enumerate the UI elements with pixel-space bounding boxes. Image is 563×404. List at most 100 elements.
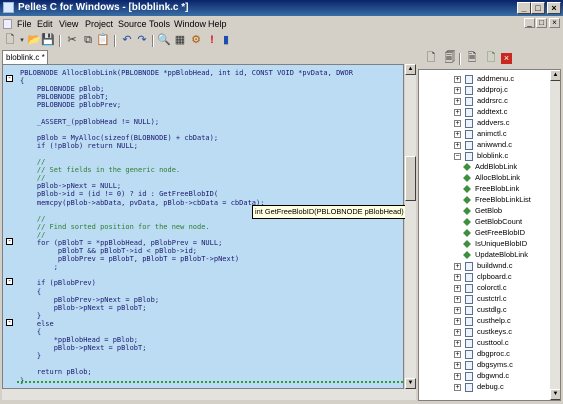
expand-icon[interactable]: + [454, 339, 461, 347]
maximize-button[interactable]: □ [531, 2, 545, 14]
tree-file-item[interactable]: + custtool.c [454, 337, 509, 348]
expand-icon[interactable]: + [454, 141, 461, 149]
expand-icon[interactable]: + [454, 383, 461, 391]
collapse-icon[interactable]: − [454, 152, 461, 160]
redo-icon[interactable]: ↷ [135, 34, 149, 47]
tree-function-item[interactable]: UpdateBlobLink [463, 249, 528, 260]
vertical-scrollbar[interactable]: ▲ ▼ [405, 64, 416, 389]
help-icon[interactable]: ▮ [219, 34, 233, 47]
close-button[interactable]: × [547, 2, 561, 14]
tree-function-item[interactable]: AllocBlobLink [463, 172, 520, 183]
tree-function-item[interactable]: GetBlob [463, 205, 502, 216]
tree-file-item[interactable]: + debug.c [454, 381, 504, 392]
code-editor[interactable]: - - - - PBLOBNODE AllocBlobLink(PBLOBNOD… [2, 64, 404, 389]
open-folder-icon[interactable]: 📂 [27, 34, 41, 47]
tree-file-item[interactable]: + colorctl.c [454, 282, 507, 293]
expand-icon[interactable]: + [454, 350, 461, 358]
tree-function-item[interactable]: GetBlobCount [463, 216, 522, 227]
expand-icon[interactable]: + [454, 97, 461, 105]
tab-bloblink[interactable]: bloblink.c * [2, 50, 48, 64]
horizontal-scrollbar[interactable] [2, 389, 416, 400]
tree-file-item[interactable]: + animctl.c [454, 128, 507, 139]
tree-file-item[interactable]: + addtext.c [454, 106, 507, 117]
scroll-up-button[interactable]: ▲ [405, 64, 416, 75]
tree-function-item[interactable]: AddBlobLink [463, 161, 517, 172]
tree-file-item[interactable]: + dbgproc.c [454, 348, 510, 359]
panel-scroll-up-button[interactable]: ▲ [550, 70, 560, 81]
expand-icon[interactable]: + [454, 108, 461, 116]
tree-file-item[interactable]: + aniwwnd.c [454, 139, 512, 150]
copy-icon[interactable]: ⧉ [81, 34, 95, 47]
title-bar[interactable]: Pelles C for Windows - [bloblink.c *] _ … [0, 0, 563, 16]
expand-icon[interactable]: + [454, 119, 461, 127]
document-menu-icon[interactable] [3, 19, 12, 29]
tree-file-item[interactable]: + addproj.c [454, 84, 508, 95]
tree-function-item[interactable]: GetFreeBlobID [463, 227, 525, 238]
panel-scroll-down-button[interactable]: ▼ [550, 389, 560, 400]
expand-icon[interactable]: + [454, 317, 461, 325]
code-text[interactable]: PBLOBNODE AllocBlobLink(PBLOBNODE *ppBlo… [20, 69, 353, 385]
document-icon[interactable]: 🗋 [424, 52, 438, 65]
tree-file-item[interactable]: + addrsrc.c [454, 95, 508, 106]
c-file-icon [465, 118, 473, 128]
menu-source[interactable]: Source [118, 19, 147, 30]
tree-file-item[interactable]: + addvers.c [454, 117, 510, 128]
expand-icon[interactable]: + [454, 306, 461, 314]
cut-icon[interactable]: ✂ [65, 34, 79, 47]
fold-toggle[interactable]: - [6, 75, 13, 82]
expand-icon[interactable]: + [454, 75, 461, 83]
panel-scrollbar[interactable]: ▲ ▼ [550, 70, 560, 400]
mdi-close-button[interactable]: × [549, 18, 560, 28]
menu-edit[interactable]: Edit [37, 19, 53, 30]
tree-file-item[interactable]: + clpboard.c [454, 271, 512, 282]
save-icon[interactable]: 💾 [41, 34, 55, 47]
document-list-icon[interactable]: 🗐 [443, 52, 457, 65]
mdi-restore-button[interactable]: □ [536, 18, 547, 28]
build-icon[interactable]: ▦ [173, 34, 187, 47]
menu-tools[interactable]: Tools [149, 19, 170, 30]
paste-icon[interactable]: 📋 [96, 34, 110, 47]
tree-file-item[interactable]: + custdlg.c [454, 304, 507, 315]
minimize-button[interactable]: _ [517, 2, 531, 14]
menu-file[interactable]: File [17, 19, 32, 30]
tree-file-item[interactable]: + buildwnd.c [454, 260, 512, 271]
expand-icon[interactable]: + [454, 273, 461, 281]
undo-icon[interactable]: ↶ [120, 34, 134, 47]
expand-icon[interactable]: + [454, 295, 461, 303]
expand-icon[interactable]: + [454, 328, 461, 336]
scroll-down-button[interactable]: ▼ [405, 378, 416, 389]
mdi-minimize-button[interactable]: _ [524, 18, 535, 28]
add-document-icon[interactable]: 🗎 [465, 52, 479, 65]
menu-help[interactable]: Help [208, 19, 227, 30]
menu-window[interactable]: Window [174, 19, 206, 30]
menu-view[interactable]: View [59, 19, 78, 30]
tree-file-item[interactable]: + custhelp.c [454, 315, 511, 326]
app-icon[interactable] [3, 2, 14, 13]
expand-icon[interactable]: + [454, 361, 461, 369]
stop-icon[interactable]: ! [205, 34, 219, 47]
scroll-thumb[interactable] [405, 156, 416, 201]
expand-icon[interactable]: + [454, 130, 461, 138]
expand-icon[interactable]: + [454, 372, 461, 380]
close-red-icon[interactable]: × [501, 53, 512, 64]
tree-file-item[interactable]: + dbgsyms.c [454, 359, 513, 370]
execute-icon[interactable]: ⚙ [189, 34, 203, 47]
tree-function-item[interactable]: IsUniqueBlobID [463, 238, 527, 249]
menu-project[interactable]: Project [85, 19, 113, 30]
tree-file-item[interactable]: + dbgwnd.c [454, 370, 509, 381]
fold-toggle[interactable]: - [6, 238, 13, 245]
find-icon[interactable]: 🔍 [157, 34, 171, 47]
save-document-icon[interactable]: 🗋 [484, 52, 498, 65]
fold-toggle[interactable]: - [6, 319, 13, 326]
tree-file-item[interactable]: − bloblink.c [454, 150, 508, 161]
tree-file-item[interactable]: + addmenu.c [454, 73, 514, 84]
expand-icon[interactable]: + [454, 262, 461, 270]
tree-function-item[interactable]: FreeBlobLink [463, 183, 519, 194]
fold-toggle[interactable]: - [6, 278, 13, 285]
tree-item-label: GetBlobCount [475, 217, 523, 226]
tree-function-item[interactable]: FreeBlobLinkList [463, 194, 531, 205]
expand-icon[interactable]: + [454, 86, 461, 94]
tree-file-item[interactable]: + custctrl.c [454, 293, 507, 304]
tree-file-item[interactable]: + custkeys.c [454, 326, 512, 337]
expand-icon[interactable]: + [454, 284, 461, 292]
